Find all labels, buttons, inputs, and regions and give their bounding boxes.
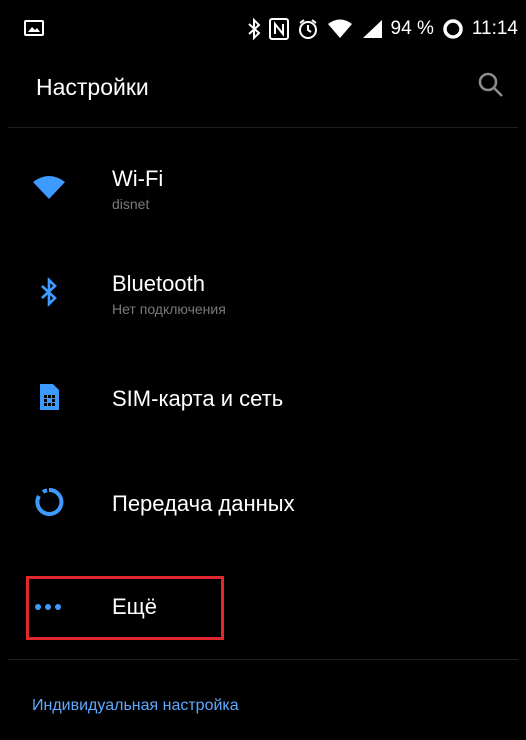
bluetooth-status-icon [247,18,260,40]
bluetooth-icon [32,275,66,309]
custom-settings-link[interactable]: Индивидуальная настройка [32,697,239,715]
alarm-icon [298,19,317,39]
battery-percent: 94 % [390,18,434,39]
nfc-icon [268,18,289,40]
battery-ring-icon [443,19,463,39]
settings-item-bluetooth[interactable]: Bluetooth Нет подключения [0,245,526,345]
item-label: Wi-Fi [112,166,164,191]
status-bar: 94 % 11:14 [0,0,526,58]
item-subtitle: disnet [112,196,150,212]
sim-card-icon [32,380,66,414]
settings-item-sim[interactable]: SIM-карта и сеть [0,350,526,450]
wifi-status-icon [327,19,352,38]
item-label: Передача данных [112,491,295,516]
item-label: Bluetooth [112,271,205,296]
highlight-box [26,576,224,640]
clock: 11:14 [471,18,518,39]
search-button[interactable] [476,70,506,100]
image-notification-icon [24,20,44,36]
item-label: SIM-карта и сеть [112,386,284,411]
item-subtitle: Нет подключения [112,301,226,317]
settings-item-data-usage[interactable]: Передача данных [0,455,526,555]
settings-item-wifi[interactable]: Wi-Fi disnet [0,140,526,240]
wifi-icon [32,170,66,204]
data-usage-icon [32,485,66,519]
section-divider [8,659,518,660]
status-icons: 94 % 11:14 [247,16,518,42]
signal-icon [362,20,382,38]
search-icon [478,72,503,97]
header-divider [8,127,518,128]
page-title: Настройки [36,74,149,100]
